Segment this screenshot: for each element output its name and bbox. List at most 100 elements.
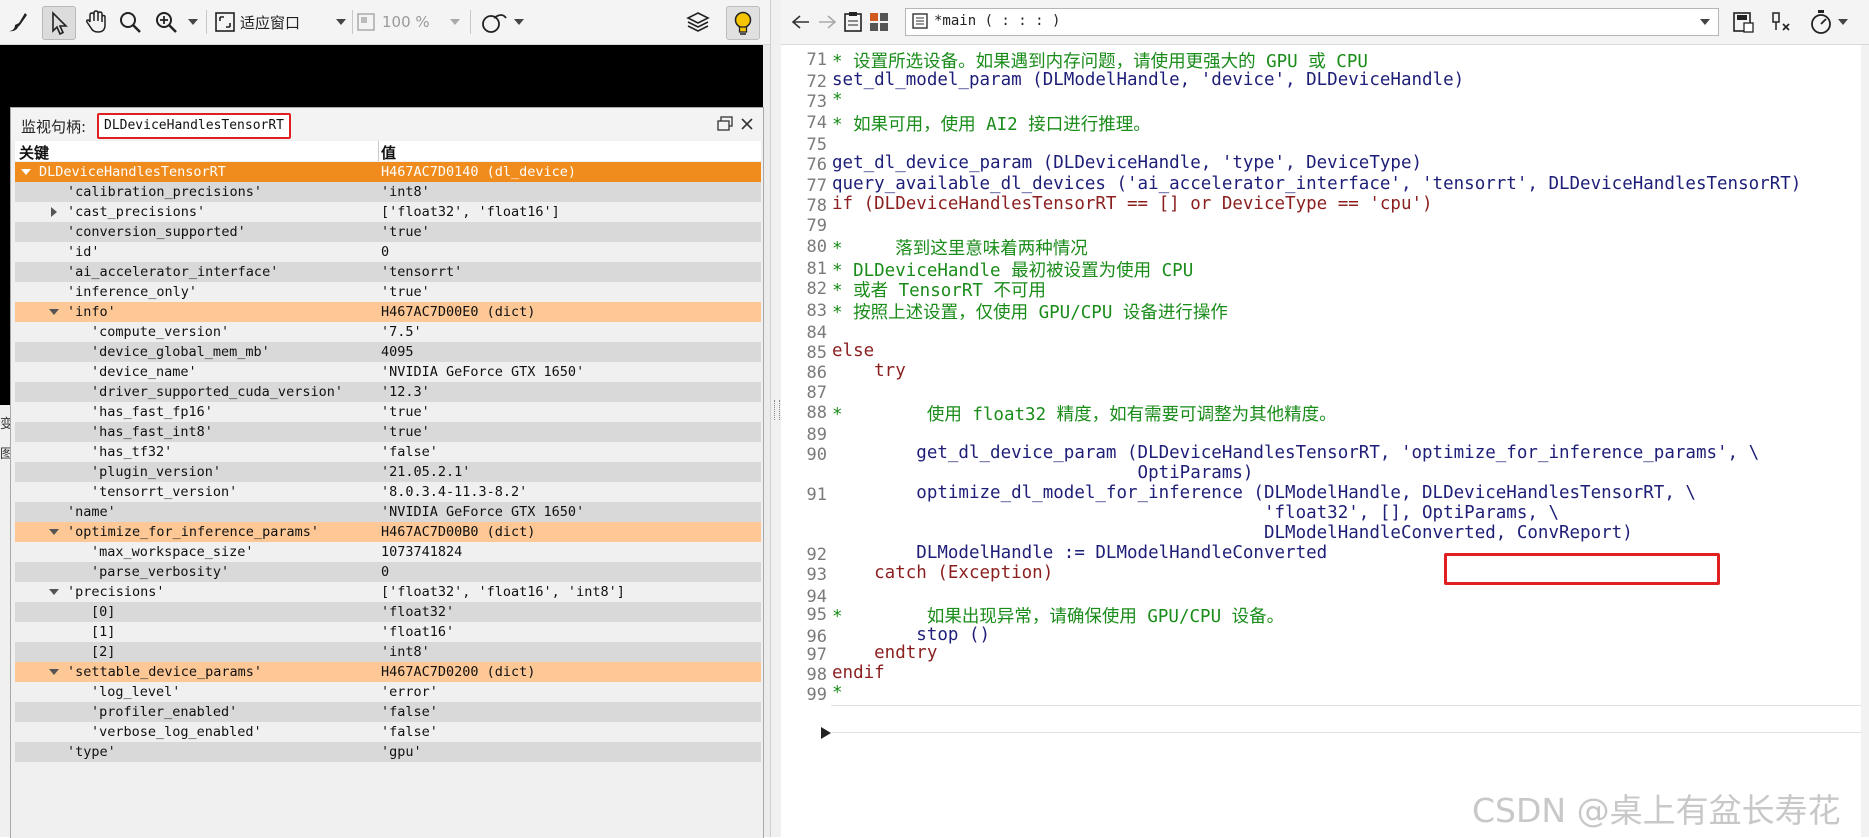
program-editor[interactable]: 71 72 73 74 75 76 77 78 79 80 81 82 83 84 85 86 87 88 89 90… bbox=[781, 45, 1869, 837]
watch-row[interactable]: 'inference_only' 'true' bbox=[15, 282, 761, 302]
code-line[interactable]: if (DLDeviceHandlesTensorRT == [] or Dev… bbox=[832, 194, 1433, 214]
watch-row[interactable]: 'log_level' 'error' bbox=[15, 682, 761, 702]
collapse-arrow-icon[interactable] bbox=[47, 522, 61, 542]
code-line[interactable]: stop () bbox=[832, 625, 990, 645]
code-line[interactable]: endif bbox=[832, 663, 885, 683]
watched-handle-name[interactable]: DLDeviceHandlesTensorRT bbox=[97, 113, 292, 139]
clear-icon[interactable] bbox=[1765, 6, 1797, 38]
watch-row[interactable]: 'ai_accelerator_interface' 'tensorrt' bbox=[15, 262, 761, 282]
zoom-percent-caret[interactable] bbox=[448, 6, 462, 38]
code-line[interactable]: endtry bbox=[832, 643, 937, 663]
watch-row[interactable]: 'optimize_for_inference_params' H467AC7D0… bbox=[15, 522, 761, 542]
collapse-arrow-icon[interactable] bbox=[47, 662, 61, 682]
code-line[interactable]: 'float32', [], OptiParams, \ bbox=[832, 503, 1559, 523]
watch-row[interactable]: 'plugin_version' '21.05.2.1' bbox=[15, 462, 761, 482]
watch-row[interactable]: 'tensorrt_version' '8.0.3.4-11.3-8.2' bbox=[15, 482, 761, 502]
code-line[interactable]: else bbox=[832, 341, 874, 361]
close-icon[interactable] bbox=[739, 116, 755, 132]
watch-value: 'gpu' bbox=[381, 744, 422, 760]
watch-row[interactable]: 'device_name' 'NVIDIA GeForce GTX 1650' bbox=[15, 362, 761, 382]
magnifier-icon[interactable] bbox=[114, 6, 146, 38]
float-window-icon[interactable] bbox=[717, 116, 733, 132]
collapse-arrow-icon[interactable] bbox=[19, 162, 33, 182]
left-scrollbar[interactable] bbox=[763, 45, 770, 837]
watch-row[interactable]: 'has_fast_fp16' 'true' bbox=[15, 402, 761, 422]
watch-row[interactable]: [0] 'float32' bbox=[15, 602, 761, 622]
watch-row[interactable]: 'info' H467AC7D00E0 (dict) bbox=[15, 302, 761, 322]
zoom-in-icon[interactable] bbox=[150, 6, 182, 38]
watch-row-selected[interactable]: DLDeviceHandlesTensorRT H467AC7D0140 (dl_… bbox=[15, 162, 761, 182]
watch-key: 'name' bbox=[67, 504, 116, 520]
line-number: 84 bbox=[806, 323, 827, 343]
region-icon[interactable] bbox=[478, 6, 512, 38]
watch-value: ['float32', 'float16'] bbox=[381, 204, 560, 220]
code-line[interactable]: set_dl_model_param (DLModelHandle, 'devi… bbox=[832, 70, 1464, 90]
key-column-header[interactable]: 关键 bbox=[19, 142, 49, 163]
watch-row[interactable]: 'precisions' ['float32', 'float16', 'int8… bbox=[15, 582, 761, 602]
watch-key: 'device_global_mem_mb' bbox=[91, 344, 270, 360]
watch-row[interactable]: 'id' 0 bbox=[15, 242, 761, 262]
pointer-icon[interactable] bbox=[42, 6, 76, 40]
timer-caret[interactable] bbox=[1837, 6, 1849, 38]
save-proc-icon[interactable] bbox=[1727, 6, 1759, 38]
comment-line[interactable]: * 如果可用，使用 AI2 接口进行推理。 bbox=[832, 111, 1151, 136]
zoom-percent-control[interactable]: 100 % bbox=[356, 6, 430, 38]
watch-row[interactable]: [1] 'float16' bbox=[15, 622, 761, 642]
expand-arrow-icon[interactable] bbox=[47, 202, 61, 222]
comment-line[interactable]: * 按照上述设置，仅使用 GPU/CPU 设备进行操作 bbox=[832, 299, 1228, 324]
watch-row[interactable]: 'compute_version' '7.5' bbox=[15, 322, 761, 342]
watch-row[interactable]: 'settable_device_params' H467AC7D0200 (di… bbox=[15, 662, 761, 682]
zoom-dropdown-caret[interactable] bbox=[186, 6, 200, 38]
grid-icon[interactable] bbox=[863, 6, 895, 38]
fit-window-control[interactable]: 适应窗口 bbox=[214, 6, 300, 38]
watch-value: H467AC7D0200 (dict) bbox=[381, 664, 536, 680]
code-line[interactable]: try bbox=[832, 361, 906, 381]
timer-icon[interactable] bbox=[1805, 6, 1837, 38]
collapse-arrow-icon[interactable] bbox=[47, 582, 61, 602]
lightbulb-icon[interactable] bbox=[726, 6, 760, 40]
brush-icon[interactable] bbox=[2, 6, 34, 38]
comment-line[interactable]: * 使用 float32 精度，如有需要可调整为其他精度。 bbox=[832, 401, 1337, 426]
watch-row[interactable]: 'device_global_mem_mb' 4095 bbox=[15, 342, 761, 362]
watch-row[interactable]: 'conversion_supported' 'true' bbox=[15, 222, 761, 242]
watch-row[interactable]: 'has_tf32' 'false' bbox=[15, 442, 761, 462]
code-line[interactable]: get_dl_device_param (DLDeviceHandle, 'ty… bbox=[832, 153, 1422, 173]
watch-row[interactable]: 'calibration_precisions' 'int8' bbox=[15, 182, 761, 202]
editor-scrollbar[interactable] bbox=[1861, 45, 1869, 837]
watch-value: 'false' bbox=[381, 704, 438, 720]
value-column-header[interactable]: 值 bbox=[381, 142, 396, 163]
procedure-select[interactable]: *main ( : : : ) bbox=[905, 8, 1719, 36]
watch-row[interactable]: 'has_fast_int8' 'true' bbox=[15, 422, 761, 442]
watch-row[interactable]: 'type' 'gpu' bbox=[15, 742, 761, 762]
watch-key: 'log_level' bbox=[91, 684, 181, 700]
collapse-arrow-icon[interactable] bbox=[47, 302, 61, 322]
hand-icon[interactable] bbox=[80, 6, 112, 38]
watch-row[interactable]: 'name' 'NVIDIA GeForce GTX 1650' bbox=[15, 502, 761, 522]
zoom-mode-caret[interactable] bbox=[334, 6, 348, 38]
code-line[interactable]: OptiParams) bbox=[832, 463, 1254, 483]
code-line[interactable]: query_available_dl_devices ('ai_accelera… bbox=[832, 174, 1801, 194]
code-line[interactable]: get_dl_device_param (DLDeviceHandlesTens… bbox=[832, 443, 1759, 463]
watch-column-header: 关键 值 bbox=[15, 141, 761, 163]
watch-row[interactable]: 'max_workspace_size' 1073741824 bbox=[15, 542, 761, 562]
code-line[interactable]: optimize_dl_model_for_inference (DLModel… bbox=[832, 483, 1696, 503]
watch-row[interactable]: 'profiler_enabled' 'false' bbox=[15, 702, 761, 722]
layers-icon[interactable] bbox=[682, 6, 714, 38]
code-line[interactable]: catch (Exception) bbox=[832, 563, 1053, 583]
line-number: 76 bbox=[806, 155, 827, 175]
line-number-gutter: 71 72 73 74 75 76 77 78 79 80 81 82 83 84 85 86 87 88 89 90… bbox=[781, 45, 831, 837]
code-line[interactable]: DLModelHandle := DLModelHandleConverted bbox=[832, 543, 1327, 563]
watch-row[interactable]: [2] 'int8' bbox=[15, 642, 761, 662]
watch-row[interactable]: 'cast_precisions' ['float32', 'float16'] bbox=[15, 202, 761, 222]
watch-row[interactable]: 'driver_supported_cuda_version' '12.3' bbox=[15, 382, 761, 402]
watch-row[interactable]: 'verbose_log_enabled' 'false' bbox=[15, 722, 761, 742]
comment-line[interactable]: * bbox=[832, 683, 843, 703]
code-line[interactable]: DLModelHandleConverted, ConvReport) bbox=[832, 523, 1633, 543]
comment-line[interactable]: * bbox=[832, 90, 843, 110]
watch-row[interactable]: 'parse_verbosity' 0 bbox=[15, 562, 761, 582]
zoom-mode-label: 适应窗口 bbox=[240, 13, 301, 32]
watch-key: 'ai_accelerator_interface' bbox=[67, 264, 279, 280]
watch-key: 'settable_device_params' bbox=[67, 664, 263, 680]
region-caret[interactable] bbox=[512, 6, 526, 38]
line-number: 87 bbox=[806, 383, 827, 403]
